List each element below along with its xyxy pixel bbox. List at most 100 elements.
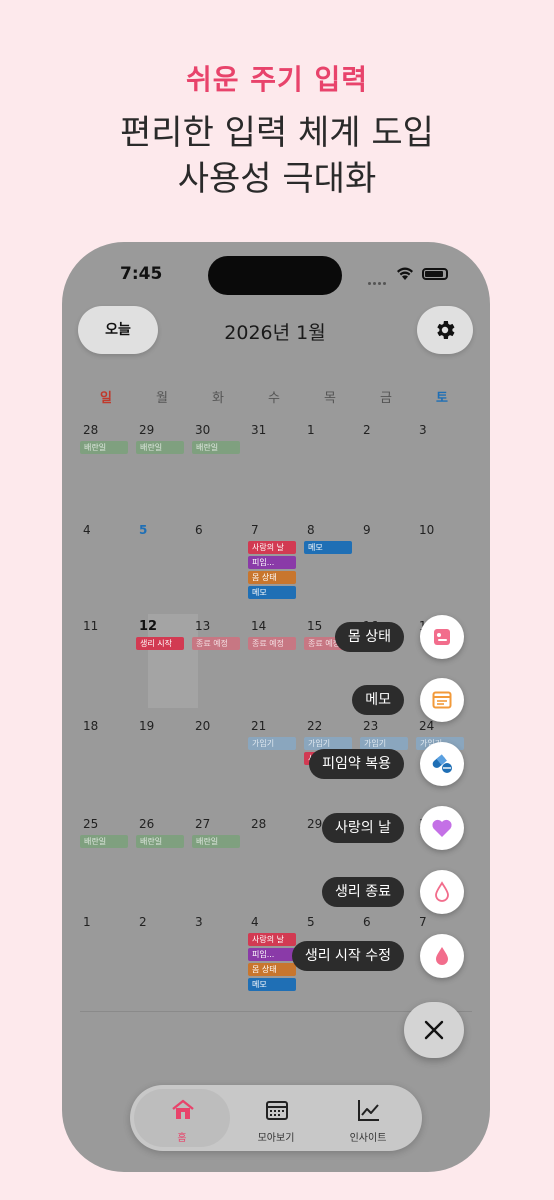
calendar-day-cell[interactable]: 1 xyxy=(304,418,356,514)
day-number: 4 xyxy=(83,523,91,537)
weekday-header: 일월화수목금토 xyxy=(80,387,480,407)
weekday-label: 월 xyxy=(156,391,168,406)
day-number: 7 xyxy=(419,915,427,929)
calendar-day-cell[interactable]: 29 xyxy=(136,418,188,514)
body-condition-icon xyxy=(434,629,450,645)
calendar-day-cell[interactable]: 11 xyxy=(80,614,132,710)
weekday-label: 금 xyxy=(380,391,392,406)
day-number: 11 xyxy=(83,619,99,633)
quick-action-button[interactable] xyxy=(420,615,464,659)
calendar-day-cell[interactable]: 9 xyxy=(360,518,412,614)
day-number: 3 xyxy=(419,423,427,437)
event-chip[interactable]: 피임... xyxy=(248,556,296,569)
calendar-day-cell[interactable]: 6 xyxy=(192,518,244,614)
today-button[interactable]: 오늘 xyxy=(78,306,158,354)
day-number: 6 xyxy=(363,915,371,929)
quick-action-label[interactable]: 메모 xyxy=(352,685,404,715)
tab-label: 모아보기 xyxy=(257,1133,295,1144)
quick-action-button[interactable] xyxy=(420,678,464,722)
cellular-signal-icon xyxy=(368,273,390,285)
quick-action-row: 사랑의 날 xyxy=(204,806,464,850)
day-number: 1 xyxy=(307,423,315,437)
calendar-grid-icon xyxy=(266,1101,288,1120)
calendar-day-cell[interactable]: 5 xyxy=(136,518,188,614)
quick-action-row: 메모 xyxy=(204,678,464,722)
battery-icon xyxy=(422,268,448,280)
drop-filled-icon xyxy=(436,947,448,965)
quick-action-label[interactable]: 피임약 복용 xyxy=(309,749,404,779)
calendar-day-cell[interactable]: 28 xyxy=(80,418,132,514)
calendar-day-cell[interactable]: 2 xyxy=(360,418,412,514)
status-bar: 7:45 xyxy=(62,242,490,306)
gear-icon xyxy=(437,321,455,339)
day-number: 2 xyxy=(139,915,147,929)
event-chip[interactable]: 몸 상태 xyxy=(248,571,296,584)
tab-calendar-grid[interactable]: 모아보기 xyxy=(228,1089,324,1147)
day-number: 29 xyxy=(139,423,155,437)
tab-label: 인사이트 xyxy=(349,1133,387,1144)
event-chip[interactable]: 메모 xyxy=(304,541,352,554)
calendar-day-cell[interactable]: 26 xyxy=(136,812,188,908)
bottom-tab-bar: 홈 모아보기 인사이트 xyxy=(130,1085,422,1151)
day-number: 10 xyxy=(419,523,435,537)
day-number: 26 xyxy=(139,817,155,831)
quick-action-row: 생리 시작 수정 xyxy=(204,934,464,978)
calendar-day-cell[interactable]: 2 xyxy=(136,910,188,1006)
day-number: 12 xyxy=(139,619,158,634)
tab-chart[interactable]: 인사이트 xyxy=(320,1089,416,1147)
event-chip[interactable]: 메모 xyxy=(248,978,296,991)
calendar-day-cell[interactable]: 12 xyxy=(136,614,188,710)
day-number: 5 xyxy=(139,523,148,537)
quick-action-button[interactable] xyxy=(420,806,464,850)
settings-button[interactable] xyxy=(417,306,473,354)
event-chip[interactable]: 배란일 xyxy=(136,835,184,848)
promo-tagline: 쉬운 주기 입력 xyxy=(185,63,369,96)
promo-headline: 편리한 입력 체계 도입 사용성 극대화 xyxy=(0,110,554,202)
memo-icon xyxy=(432,691,452,709)
calendar-day-cell[interactable]: 3 xyxy=(416,418,468,514)
event-chip[interactable]: 배란일 xyxy=(80,441,128,454)
quick-action-label[interactable]: 생리 시작 수정 xyxy=(291,941,404,971)
event-chip[interactable]: 배란일 xyxy=(136,441,184,454)
tab-label: 홈 xyxy=(177,1133,187,1144)
heart-icon xyxy=(432,819,452,837)
day-number: 9 xyxy=(363,523,371,537)
calendar-day-cell[interactable]: 10 xyxy=(416,518,468,614)
day-number: 1 xyxy=(83,915,91,929)
calendar-day-cell[interactable]: 19 xyxy=(136,714,188,810)
calendar-day-cell[interactable]: 31 xyxy=(248,418,300,514)
weekday-label: 일 xyxy=(100,391,112,406)
event-chip[interactable]: 생리 시작 xyxy=(136,637,184,650)
calendar-day-cell[interactable]: 1 xyxy=(80,910,132,1006)
tab-home[interactable]: 홈 xyxy=(134,1089,230,1147)
month-title: 2026년 1월 xyxy=(224,322,326,344)
dynamic-island xyxy=(208,256,342,295)
promo-headline-line2: 사용성 극대화 xyxy=(177,159,377,199)
quick-action-label[interactable]: 사랑의 날 xyxy=(322,813,404,843)
day-number: 30 xyxy=(195,423,211,437)
calendar-day-cell[interactable]: 4 xyxy=(80,518,132,614)
status-time: 7:45 xyxy=(120,264,163,284)
close-menu-button[interactable] xyxy=(404,1002,464,1058)
event-chip[interactable]: 배란일 xyxy=(80,835,128,848)
calendar-day-cell[interactable]: 18 xyxy=(80,714,132,810)
quick-action-row: 몸 상태 xyxy=(204,615,464,659)
day-number: 6 xyxy=(195,523,203,537)
calendar-day-cell[interactable]: 8 xyxy=(304,518,356,614)
quick-action-label[interactable]: 생리 종료 xyxy=(322,877,404,907)
quick-action-button[interactable] xyxy=(420,742,464,786)
event-chip[interactable]: 메모 xyxy=(248,586,296,599)
quick-action-label[interactable]: 몸 상태 xyxy=(334,622,404,652)
day-number: 25 xyxy=(83,817,99,831)
quick-action-button[interactable] xyxy=(420,934,464,978)
wifi-icon xyxy=(397,267,413,280)
calendar-week-row: 28 29 30 31 1 2 3 배란일 배란일 배란일 xyxy=(80,418,480,514)
quick-action-button[interactable] xyxy=(420,870,464,914)
calendar-day-cell[interactable]: 30 xyxy=(192,418,244,514)
day-number: 2 xyxy=(363,423,371,437)
weekday-label: 토 xyxy=(436,391,448,406)
event-chip[interactable]: 사랑의 날 xyxy=(248,541,296,554)
event-chip[interactable]: 배란일 xyxy=(192,441,240,454)
calendar-day-cell[interactable]: 25 xyxy=(80,812,132,908)
day-number: 31 xyxy=(251,423,267,437)
